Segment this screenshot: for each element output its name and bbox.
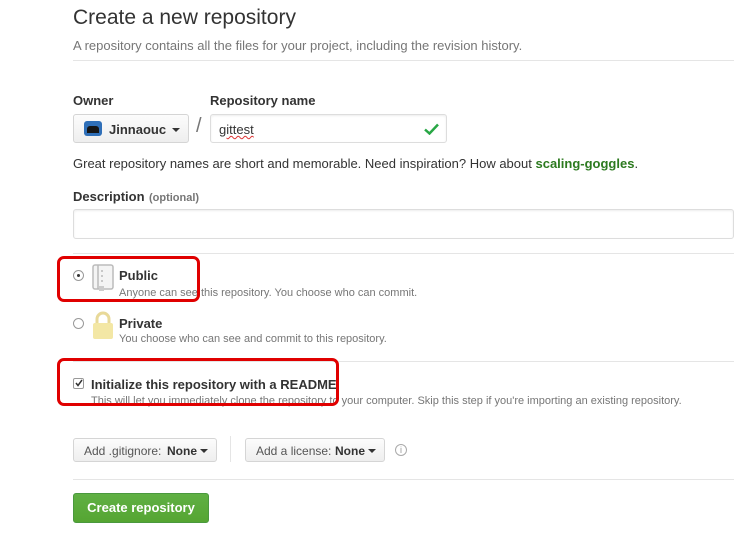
vertical-divider (230, 436, 231, 462)
highlight-readme-annotation (57, 358, 339, 406)
slash-separator: / (196, 115, 202, 137)
name-hint: Great repository names are short and mem… (73, 156, 638, 171)
page-title: Create a new repository (73, 6, 296, 29)
private-radio[interactable] (73, 318, 84, 329)
lock-icon (93, 311, 113, 339)
owner-name: Jinnaouc (109, 122, 167, 137)
chevron-down-icon (200, 449, 208, 453)
license-label: Add a license: (256, 444, 332, 458)
page-subtitle: A repository contains all the files for … (73, 38, 523, 53)
private-label: Private (119, 316, 163, 331)
info-icon[interactable]: i (395, 444, 407, 456)
owner-label: Owner (73, 93, 114, 108)
license-value: None (335, 444, 365, 458)
repo-name-input[interactable]: gittest (210, 114, 447, 143)
private-description: You choose who can see and commit to thi… (119, 333, 387, 345)
repo-name-value: gittest (219, 122, 254, 137)
gitignore-label: Add .gitignore: (84, 444, 162, 458)
description-label: Description (73, 189, 145, 204)
owner-avatar (84, 121, 102, 136)
description-label-row: Description (optional) (73, 188, 199, 206)
name-suggestion-link[interactable]: scaling-goggles (535, 156, 634, 171)
gitignore-value: None (167, 444, 197, 458)
description-input[interactable] (73, 209, 734, 239)
divider (73, 60, 734, 61)
name-hint-text: Great repository names are short and mem… (73, 156, 532, 171)
divider (73, 253, 734, 254)
name-hint-end: . (634, 156, 639, 171)
owner-dropdown[interactable]: Jinnaouc (73, 114, 189, 143)
license-dropdown[interactable]: Add a license: None (245, 438, 385, 462)
gitignore-dropdown[interactable]: Add .gitignore: None (73, 438, 217, 462)
chevron-down-icon (172, 128, 180, 132)
check-icon (424, 123, 439, 135)
create-repository-button[interactable]: Create repository (73, 493, 209, 523)
divider (73, 479, 734, 480)
repo-name-label: Repository name (210, 93, 316, 108)
optional-note: (optional) (148, 192, 200, 204)
chevron-down-icon (368, 449, 376, 453)
highlight-public-annotation (57, 256, 200, 302)
